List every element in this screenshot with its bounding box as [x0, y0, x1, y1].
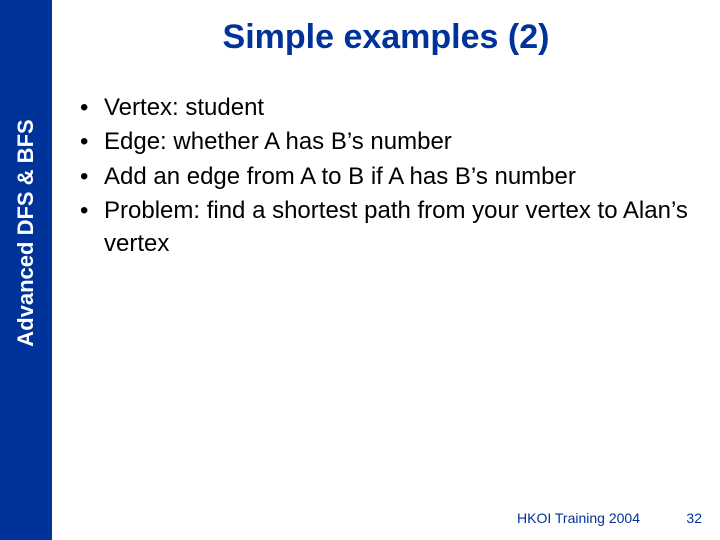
footer-text: HKOI Training 2004 — [517, 510, 640, 526]
list-item: Problem: find a shortest path from your … — [78, 195, 690, 260]
bullet-list: Vertex: student Edge: whether A has B’s … — [78, 92, 690, 260]
sidebar: Advanced DFS & BFS — [0, 0, 52, 540]
list-item: Edge: whether A has B’s number — [78, 126, 690, 158]
list-item: Vertex: student — [78, 92, 690, 124]
sidebar-label: Advanced DFS & BFS — [13, 119, 39, 346]
slide-content: Vertex: student Edge: whether A has B’s … — [78, 92, 690, 262]
page-number: 32 — [686, 510, 702, 526]
list-item: Add an edge from A to B if A has B’s num… — [78, 161, 690, 193]
slide-title: Simple examples (2) — [52, 18, 720, 57]
